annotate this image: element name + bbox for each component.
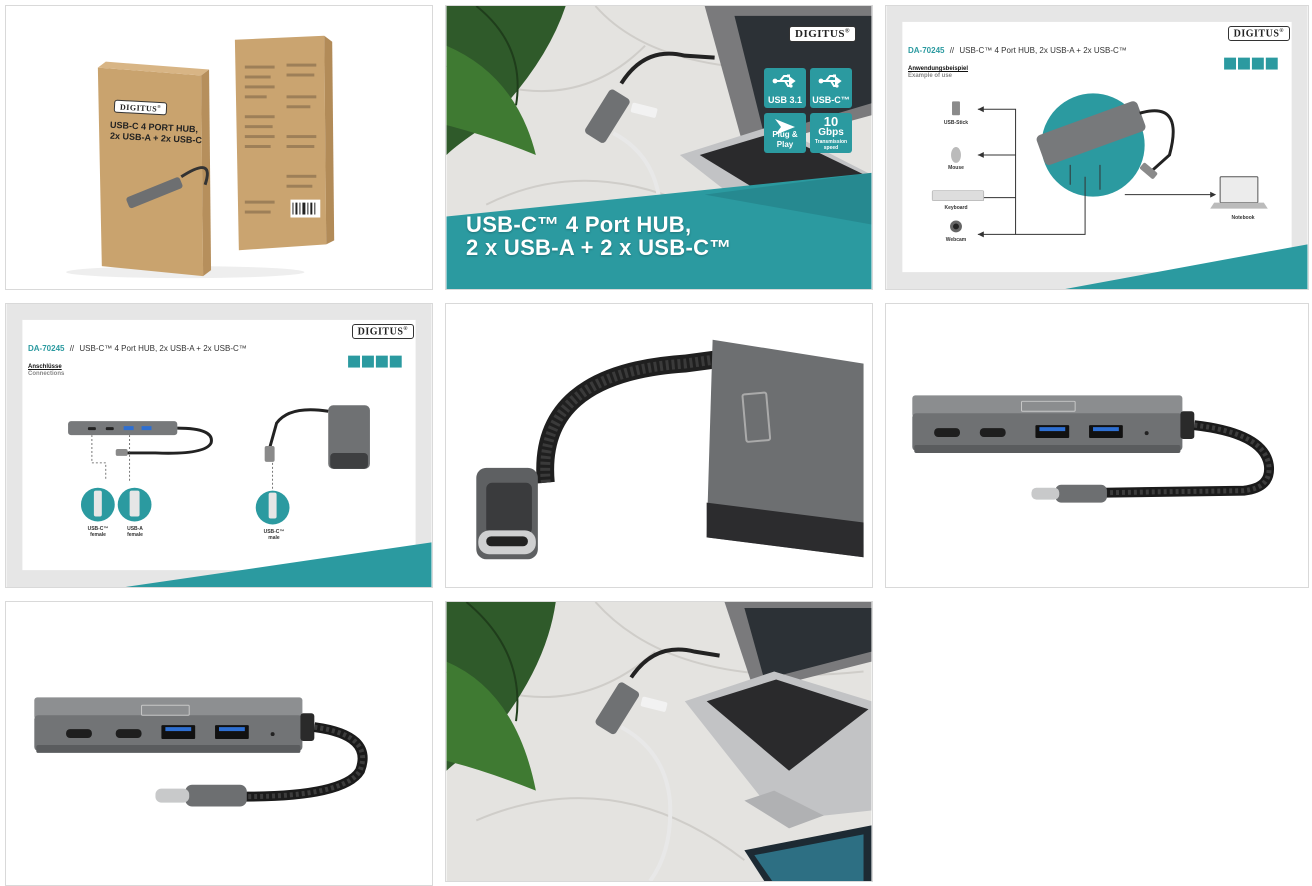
badge-plug-and-play: Plug & Play bbox=[764, 113, 806, 153]
connector-gender: female bbox=[127, 532, 143, 538]
product-title: USB-C™ 4 Port HUB, 2x USB-A + 2x USB-C™ bbox=[959, 46, 1127, 55]
device-label-webcam: Webcam bbox=[945, 237, 967, 243]
sheet-header: DA-70245 // USB-C™ 4 Port HUB, 2x USB-A … bbox=[908, 46, 1127, 55]
model-number: DA-70245 bbox=[908, 46, 945, 55]
connector-gender: male bbox=[268, 535, 280, 541]
registered-mark: ® bbox=[157, 103, 162, 110]
box-logo: DIGITUS® bbox=[113, 99, 168, 116]
badge-label: USB-C™ bbox=[812, 95, 850, 105]
device-label-mouse: Mouse bbox=[948, 165, 964, 171]
connector-label-usb-c-female: USB-C™ female bbox=[78, 526, 118, 538]
header-separator: // bbox=[69, 344, 75, 353]
registered-mark: ® bbox=[1279, 28, 1284, 34]
section-heading-en: Connections bbox=[28, 371, 65, 377]
badge-usb-3-1: USB 3.1 bbox=[764, 68, 806, 108]
gallery-thumbnail-front-view[interactable] bbox=[885, 303, 1309, 588]
brand-logo: DIGITUS® bbox=[789, 26, 856, 42]
gallery-thumbnail-example-of-use[interactable]: DIGITUS® DA-70245 // USB-C™ 4 Port HUB, … bbox=[885, 5, 1309, 290]
usb-icon bbox=[818, 74, 842, 88]
registered-mark: ® bbox=[403, 326, 408, 332]
device-label-usb-stick: USB-Stick bbox=[943, 120, 969, 126]
gallery-thumbnail-closeup[interactable] bbox=[445, 303, 873, 588]
connector-label-usb-a-female: USB-A female bbox=[115, 526, 155, 538]
badge-transmission-speed: 10 Gbps Transmission speed bbox=[810, 113, 852, 153]
connector-label-usb-c-male: USB-C™ male bbox=[254, 529, 294, 541]
section-heading-en: Example of use bbox=[908, 73, 953, 79]
gallery-thumbnail-lifestyle[interactable] bbox=[445, 601, 873, 882]
headline-line-1: USB-C™ 4 Port HUB, bbox=[466, 212, 692, 237]
badge-usb-c: USB-C™ bbox=[810, 68, 852, 108]
angled-view-photo bbox=[6, 602, 432, 885]
connector-gender: female bbox=[90, 532, 106, 538]
gallery-thumbnail-packaging[interactable]: DIGITUS® USB-C 4 PORT HUB, 2x USB-A + 2x… bbox=[5, 5, 433, 290]
speed-unit: Gbps bbox=[818, 127, 844, 138]
product-title: USB-C™ 4 Port HUB, 2x USB-A + 2x USB-C™ bbox=[79, 344, 247, 353]
packaging-photo bbox=[6, 6, 432, 289]
brand-logo: DIGITUS® bbox=[351, 324, 414, 339]
section-heading-de: Anwendungsbeispiel bbox=[908, 66, 969, 72]
brand-logo: DIGITUS® bbox=[1227, 26, 1290, 41]
host-label-notebook: Notebook bbox=[1231, 215, 1255, 221]
section-heading-de: Anschlüsse bbox=[28, 364, 62, 370]
header-separator: // bbox=[949, 46, 955, 55]
gallery-thumbnail-angled-view[interactable] bbox=[5, 601, 433, 886]
sheet-header: DA-70245 // USB-C™ 4 Port HUB, 2x USB-A … bbox=[28, 344, 247, 353]
front-view-photo bbox=[886, 304, 1308, 587]
registered-mark: ® bbox=[844, 28, 850, 35]
usb-icon bbox=[772, 74, 796, 88]
speed-label: Transmission speed bbox=[814, 139, 848, 151]
gallery-thumbnail-connections[interactable]: DIGITUS® DA-70245 // USB-C™ 4 Port HUB, … bbox=[5, 303, 433, 588]
closeup-photo bbox=[446, 304, 872, 587]
gallery-thumbnail-lifestyle-badges[interactable]: DIGITUS® USB 3.1 USB-C™ Plug & Play 10 G… bbox=[445, 5, 873, 290]
device-label-keyboard: Keyboard bbox=[944, 205, 968, 211]
headline-line-2: 2 x USB-A + 2 x USB-C™ bbox=[466, 235, 732, 260]
badge-label: USB 3.1 bbox=[767, 95, 802, 105]
badge-label: Plug & Play bbox=[772, 130, 798, 149]
model-number: DA-70245 bbox=[28, 344, 65, 353]
lifestyle-photo-plain bbox=[446, 602, 872, 881]
